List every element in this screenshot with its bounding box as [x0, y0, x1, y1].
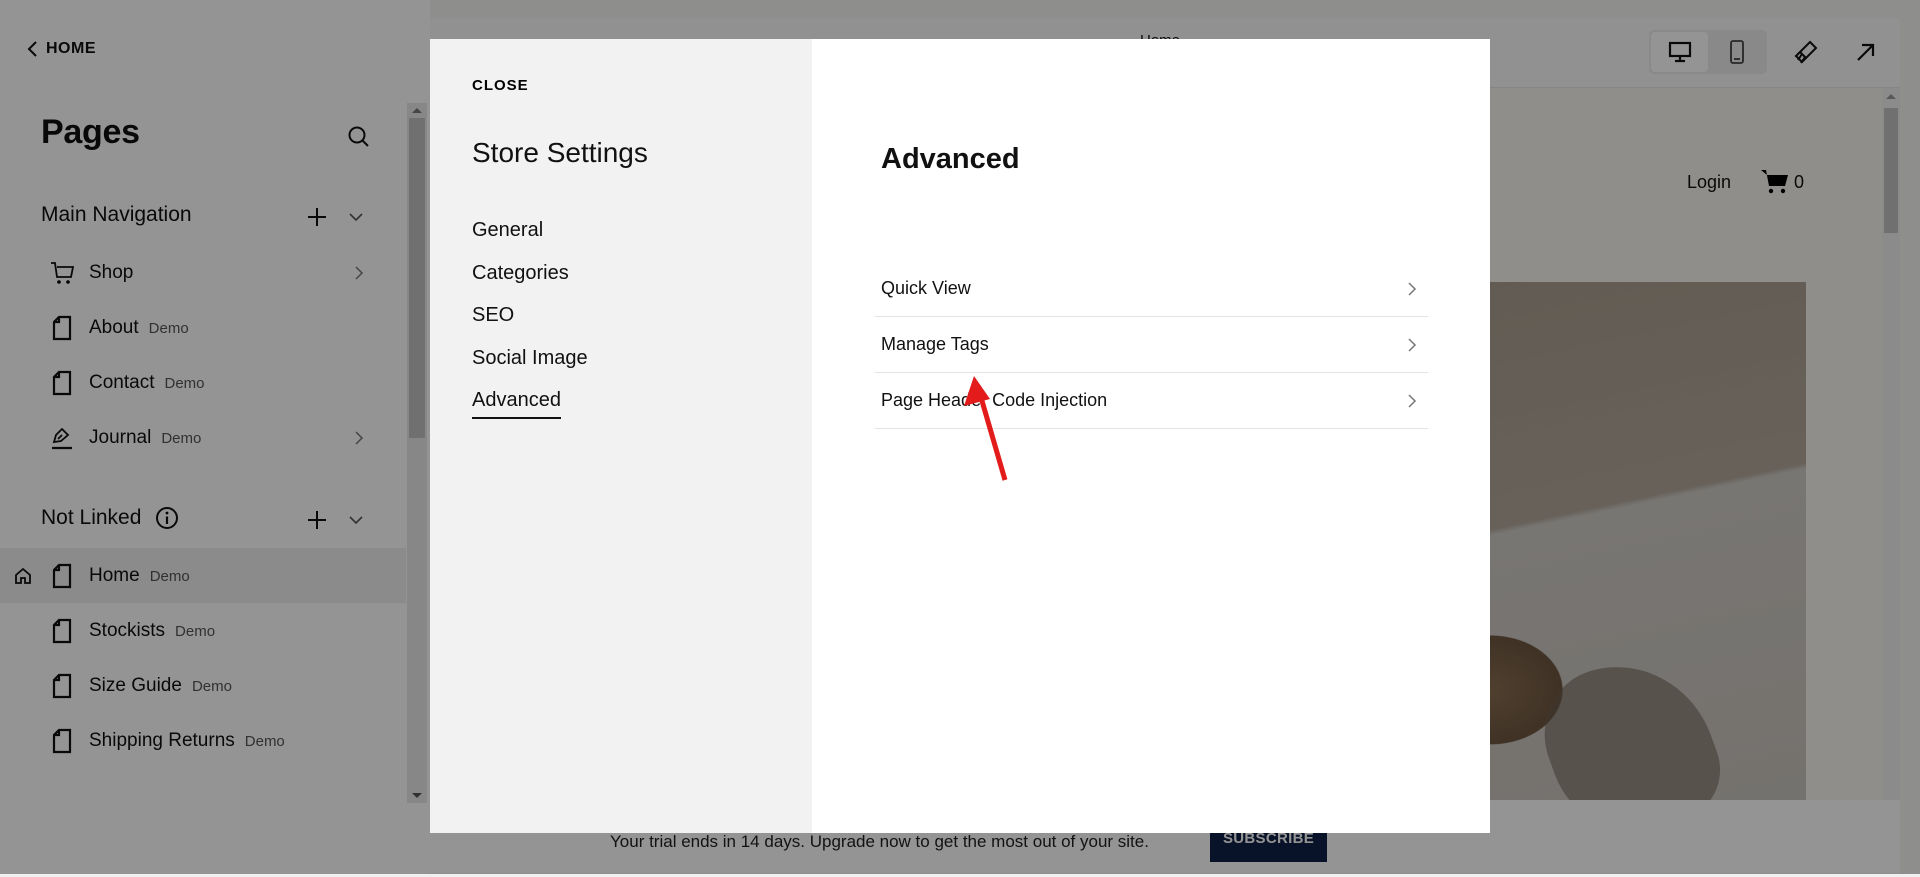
modal-title: Store Settings — [472, 137, 648, 168]
setting-label: Page Header Code Injection — [881, 390, 1108, 410]
modal-content-panel: Advanced Quick View Manage Tags Page Hea… — [812, 39, 1490, 833]
close-button[interactable]: CLOSE — [472, 77, 529, 94]
nav-item-advanced[interactable]: Advanced — [472, 385, 588, 428]
nav-item-general[interactable]: General — [472, 215, 588, 258]
nav-item-categories[interactable]: Categories — [472, 258, 588, 301]
setting-quick-view[interactable]: Quick View — [875, 261, 1428, 317]
chevron-right-icon — [1408, 393, 1417, 408]
nav-item-seo[interactable]: SEO — [472, 300, 588, 343]
chevron-right-icon — [1408, 337, 1417, 352]
nav-item-social-image[interactable]: Social Image — [472, 343, 588, 386]
settings-nav: General Categories SEO Social Image Adva… — [472, 215, 588, 428]
modal-nav-panel: CLOSE Store Settings General Categories … — [430, 39, 812, 833]
setting-label: Manage Tags — [881, 334, 989, 354]
setting-label: Quick View — [881, 278, 971, 298]
setting-manage-tags[interactable]: Manage Tags — [875, 317, 1428, 373]
store-settings-modal: CLOSE Store Settings General Categories … — [430, 39, 1490, 833]
panel-title: Advanced — [881, 143, 1020, 175]
setting-page-header-code-injection[interactable]: Page Header Code Injection — [875, 373, 1428, 429]
advanced-settings-list: Quick View Manage Tags Page Header Code … — [875, 261, 1428, 429]
chevron-right-icon — [1408, 281, 1417, 296]
